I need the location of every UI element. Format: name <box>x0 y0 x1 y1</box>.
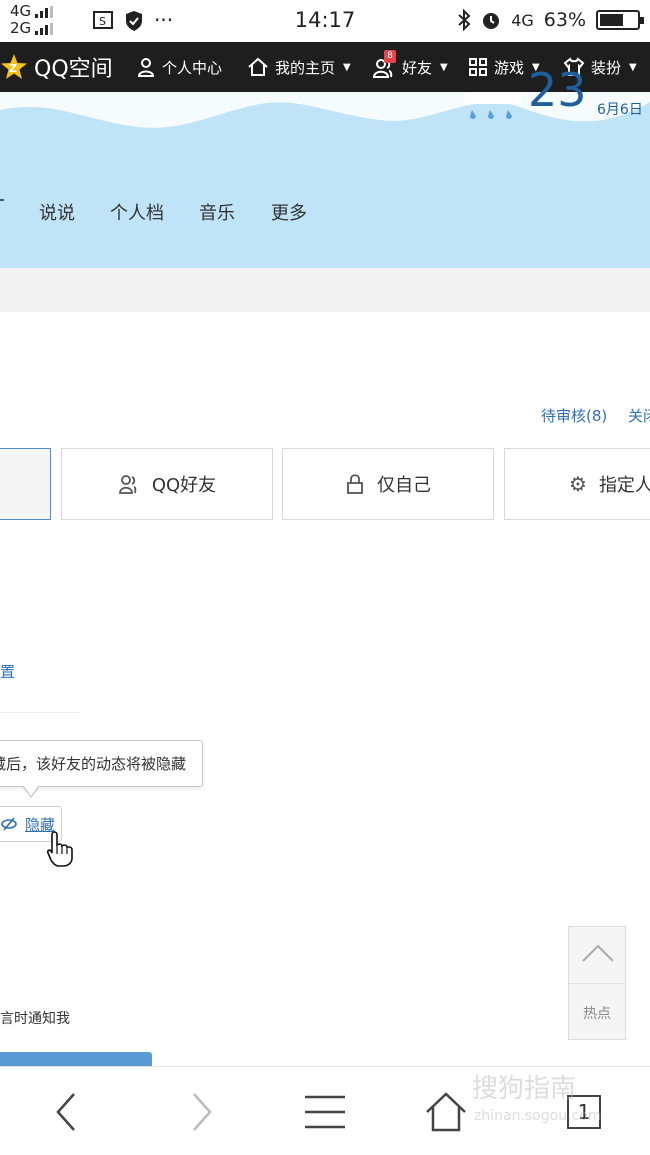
star-logo-icon: Z <box>1 54 27 79</box>
watermark-text: 搜狗指南 <box>472 1074 577 1104</box>
close-link[interactable]: 关闭 <box>628 405 650 426</box>
nav-my-homepage[interactable]: 我的主页 ▼ <box>247 42 351 92</box>
battery-percent: 63% <box>543 9 586 31</box>
nav-personal-center[interactable]: 个人中心 <box>136 42 222 92</box>
back-to-top-widget: 热点 <box>568 926 626 1040</box>
alarm-icon <box>483 13 500 29</box>
weather-temperature: 23 <box>528 63 587 117</box>
divider <box>0 712 80 713</box>
home-icon <box>426 1092 466 1132</box>
permission-option-selected[interactable] <box>0 448 51 520</box>
profile-banner <box>0 92 650 268</box>
person-icon <box>137 58 155 77</box>
notification-badge: 8 <box>384 50 396 63</box>
chevron-right-icon <box>193 1093 212 1131</box>
rain-cloud-icon <box>464 92 522 119</box>
divider <box>569 983 625 984</box>
svg-text:Z: Z <box>9 62 17 75</box>
forward-button[interactable] <box>172 1087 232 1137</box>
status-bar: 4G 2G S ··· 14:17 4G 63% <box>0 0 650 42</box>
weather-date: 6月6日 <box>597 102 643 118</box>
permission-option-only-me[interactable]: 仅自己 <box>282 448 494 520</box>
chevron-left-icon <box>56 1093 75 1131</box>
network-type: 4G <box>511 10 534 30</box>
tab-divider <box>0 199 4 201</box>
status-right: 4G 63% <box>457 9 644 31</box>
back-button[interactable] <box>36 1087 96 1137</box>
gear-icon: ⚙ <box>569 472 587 496</box>
friend-icon <box>118 475 137 494</box>
chevron-up-icon[interactable] <box>581 943 615 963</box>
menu-icon <box>305 1095 345 1129</box>
lock-icon <box>347 474 363 494</box>
qzone-logo[interactable]: Z QQ空间 <box>0 42 113 92</box>
tab-profile[interactable]: 个人档 <box>110 199 164 225</box>
gray-divider-bar <box>0 268 650 312</box>
eye-slash-icon <box>1 817 17 831</box>
watermark-url: zhinan.sogou.com <box>474 1108 602 1124</box>
hide-tooltip: 藏后，该好友的动态将被隐藏 <box>0 740 203 787</box>
submit-button[interactable] <box>0 1052 152 1066</box>
settings-link[interactable]: 置 <box>0 661 15 682</box>
nav-friends[interactable]: 8 好友 ▼ <box>372 42 448 92</box>
hot-button[interactable]: 热点 <box>569 1003 625 1023</box>
tooltip-arrow-inner <box>23 785 39 796</box>
tab-shuoshuo[interactable]: 说说 <box>39 199 75 225</box>
battery-level-fill <box>600 14 623 26</box>
caret-down-icon: ▼ <box>629 61 637 73</box>
notify-option-label: 言时通知我 <box>0 1011 70 1027</box>
tab-more[interactable]: 更多 <box>271 199 307 225</box>
permission-option-qq-friends[interactable]: QQ好友 <box>61 448 273 520</box>
home-button[interactable] <box>416 1087 476 1137</box>
pending-review-link[interactable]: 待审核(8) <box>541 405 607 426</box>
menu-button[interactable] <box>295 1087 355 1137</box>
tab-music[interactable]: 音乐 <box>199 199 235 225</box>
battery-icon <box>596 10 644 30</box>
bluetooth-icon <box>458 9 471 31</box>
permission-option-specified[interactable]: ⚙ 指定人 <box>504 448 650 520</box>
grid-icon <box>469 58 487 76</box>
caret-down-icon: ▼ <box>343 61 351 73</box>
hand-cursor-icon <box>46 831 73 867</box>
home-icon <box>248 57 268 76</box>
caret-down-icon: ▼ <box>440 61 448 73</box>
